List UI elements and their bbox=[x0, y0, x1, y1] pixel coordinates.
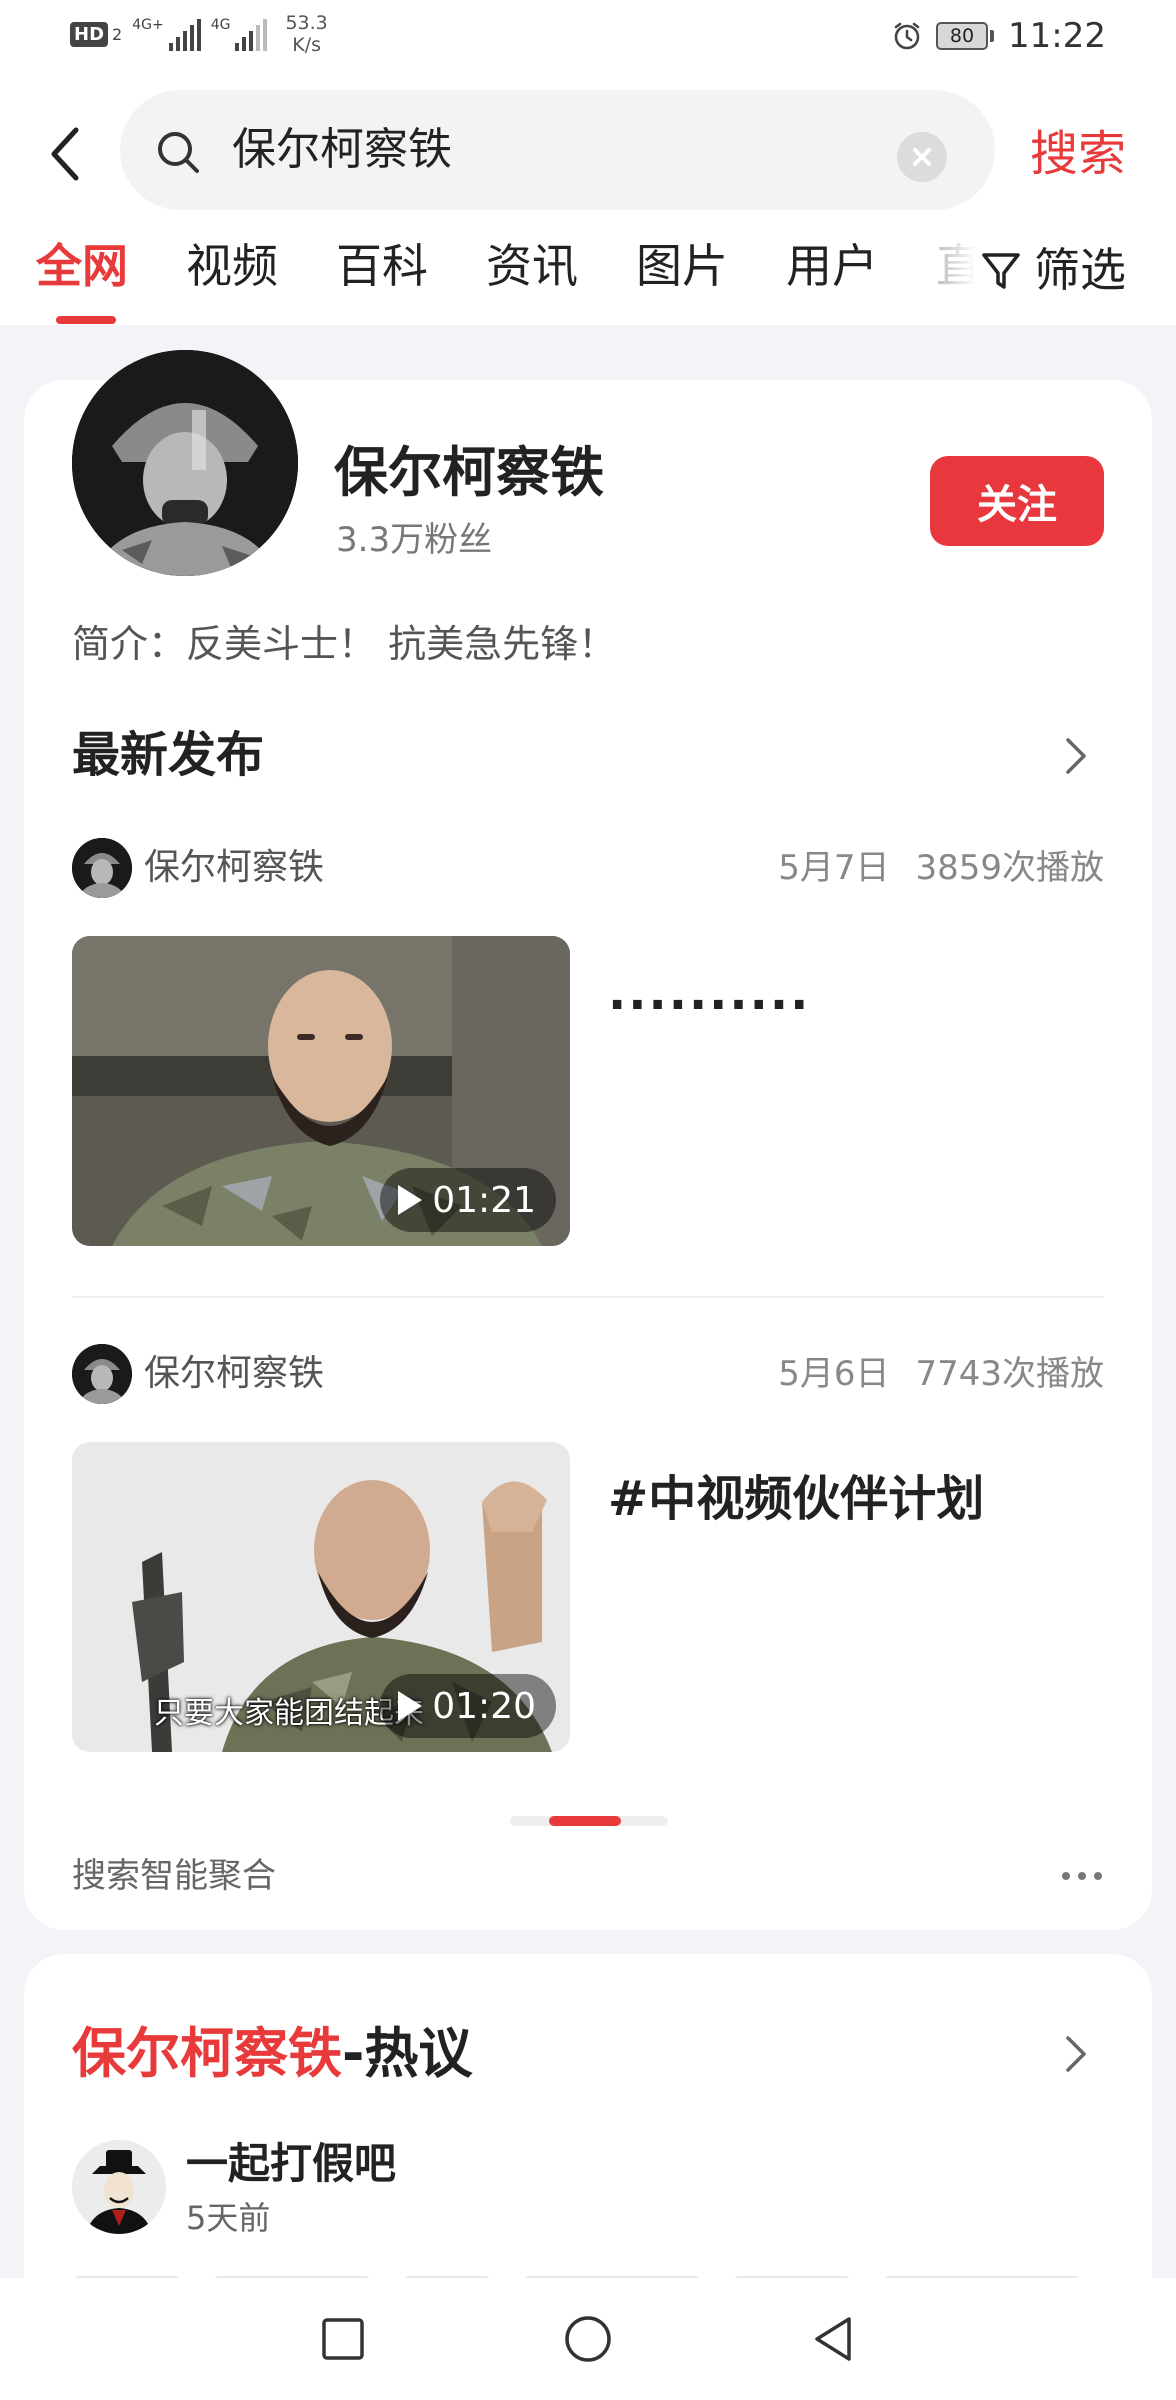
post-stats: 5月7日 3859次播放 bbox=[778, 842, 1104, 894]
hd-label: HD bbox=[70, 21, 109, 47]
profile-bio: 简介：反美斗士！ 抗美急先锋！ bbox=[72, 622, 617, 666]
back-button[interactable] bbox=[40, 114, 90, 194]
tab-news[interactable]: 资讯 bbox=[486, 230, 578, 302]
filter-label: 筛选 bbox=[1034, 243, 1126, 297]
carousel-indicator-fill bbox=[549, 1816, 621, 1826]
tab-users[interactable]: 用户 bbox=[786, 230, 878, 302]
signal-2-icon: 4G bbox=[211, 17, 268, 51]
signal-2-label: 4G bbox=[210, 17, 231, 33]
profile-name[interactable]: 保尔柯察铁 bbox=[334, 438, 604, 508]
play-icon bbox=[398, 1691, 423, 1721]
more-options-icon[interactable] bbox=[1062, 1858, 1102, 1880]
hot-keyword: 保尔柯察铁 bbox=[72, 2022, 342, 2085]
duration-label: 01:21 bbox=[432, 1179, 536, 1221]
video-thumbnail[interactable]: 01:21 bbox=[72, 936, 570, 1246]
hot-suffix: -热议 bbox=[342, 2022, 473, 2085]
home-button[interactable] bbox=[553, 2304, 623, 2374]
hot-author-name[interactable]: 一起打假吧 bbox=[186, 2134, 396, 2194]
search-query: 保尔柯察铁 bbox=[232, 124, 452, 175]
author-avatar[interactable] bbox=[72, 2140, 166, 2234]
clear-icon bbox=[913, 148, 931, 166]
triangle-back-icon bbox=[815, 2317, 851, 2361]
status-right: 80 11:22 bbox=[892, 16, 1106, 56]
video-thumbnail[interactable]: 只要大家能团结起来 01:20 bbox=[72, 1442, 570, 1752]
tab-encyclopedia[interactable]: 百科 bbox=[336, 230, 428, 302]
duration-label: 01:20 bbox=[432, 1685, 536, 1727]
avatar-image bbox=[72, 350, 298, 576]
author-avatar[interactable] bbox=[72, 1344, 132, 1404]
tab-all[interactable]: 全网 bbox=[36, 230, 128, 302]
search-icon bbox=[158, 132, 199, 173]
profile-avatar[interactable] bbox=[72, 350, 298, 576]
search-header: 保尔柯察铁 搜索 全网 视频 百科 资讯 图片 用户 直 筛选 bbox=[0, 80, 1176, 325]
avatar-image bbox=[72, 1344, 132, 1404]
battery-level: 80 bbox=[936, 22, 989, 50]
post-meta: 保尔柯察铁 5月7日 3859次播放 bbox=[72, 838, 1104, 898]
net-speed-value: 53.3 bbox=[285, 12, 328, 34]
hot-title[interactable]: 保尔柯察铁-热议 bbox=[72, 2014, 472, 2094]
post-title[interactable]: #中视频伙伴计划 bbox=[608, 1464, 984, 1534]
search-tabs: 全网 视频 百科 资讯 图片 用户 直 筛选 bbox=[0, 230, 1176, 325]
active-tab-indicator bbox=[56, 316, 116, 324]
follow-button[interactable]: 关注 bbox=[930, 456, 1104, 546]
battery-icon: 80 bbox=[936, 22, 995, 50]
aggregate-label: 搜索智能聚合 bbox=[72, 1856, 276, 1896]
post-author[interactable]: 保尔柯察铁 bbox=[144, 842, 324, 894]
avatar-image bbox=[72, 2140, 166, 2234]
clear-button[interactable] bbox=[897, 132, 947, 182]
search-submit-button[interactable]: 搜索 bbox=[1030, 118, 1126, 190]
filter-icon bbox=[982, 253, 1020, 289]
chevron-right-icon[interactable] bbox=[1060, 2034, 1090, 2074]
circle-icon bbox=[565, 2316, 611, 2362]
clock: 11:22 bbox=[1008, 16, 1106, 56]
chevron-right-icon[interactable] bbox=[1060, 736, 1090, 776]
hd-sub: 2 bbox=[112, 24, 123, 44]
alarm-icon bbox=[894, 22, 920, 50]
square-icon bbox=[322, 2318, 364, 2360]
post-title[interactable]: .......... bbox=[608, 958, 810, 1028]
recent-apps-button[interactable] bbox=[308, 2304, 378, 2374]
post-stats: 5月6日 7743次播放 bbox=[778, 1348, 1104, 1400]
signal-1-label: 4G+ bbox=[132, 17, 164, 33]
post-plays: 7743次播放 bbox=[915, 1354, 1104, 1394]
post-plays: 3859次播放 bbox=[915, 848, 1104, 888]
tab-video[interactable]: 视频 bbox=[186, 230, 278, 302]
hot-post-time: 5天前 bbox=[186, 2199, 271, 2237]
status-bar: HD 2 4G+ 4G 53.3 K/s 80 11:22 bbox=[0, 0, 1176, 80]
post-date: 5月6日 bbox=[778, 1354, 890, 1394]
net-speed: 53.3 K/s bbox=[285, 12, 327, 56]
avatar-image bbox=[72, 838, 132, 898]
post-meta: 保尔柯察铁 5月6日 7743次播放 bbox=[72, 1344, 1104, 1404]
tab-images[interactable]: 图片 bbox=[636, 230, 728, 302]
back-nav-button[interactable] bbox=[798, 2304, 868, 2374]
video-duration: 01:21 bbox=[380, 1168, 556, 1232]
post-divider bbox=[72, 1296, 1104, 1298]
author-avatar[interactable] bbox=[72, 838, 132, 898]
carousel-indicator bbox=[510, 1816, 668, 1826]
video-duration: 01:20 bbox=[380, 1674, 556, 1738]
play-icon bbox=[398, 1185, 423, 1215]
status-left: HD 2 4G+ 4G 53.3 K/s bbox=[70, 12, 328, 56]
search-input[interactable]: 保尔柯察铁 bbox=[120, 90, 995, 210]
system-nav-bar bbox=[0, 2278, 1176, 2400]
latest-section-title[interactable]: 最新发布 bbox=[72, 720, 264, 790]
fans-count: 3.3万粉丝 bbox=[336, 520, 493, 560]
chevron-left-icon bbox=[51, 127, 79, 181]
signal-1-icon: 4G+ bbox=[132, 17, 201, 51]
net-speed-unit: K/s bbox=[292, 34, 321, 56]
profile-card: 保尔柯察铁 3.3万粉丝 关注 简介：反美斗士！ 抗美急先锋！ 最新发布 保尔柯… bbox=[24, 350, 1152, 1930]
filter-button[interactable]: 筛选 bbox=[936, 230, 1176, 310]
post-author[interactable]: 保尔柯察铁 bbox=[144, 1348, 324, 1400]
hd-indicator: HD 2 bbox=[70, 21, 123, 47]
post-date: 5月7日 bbox=[778, 848, 890, 888]
